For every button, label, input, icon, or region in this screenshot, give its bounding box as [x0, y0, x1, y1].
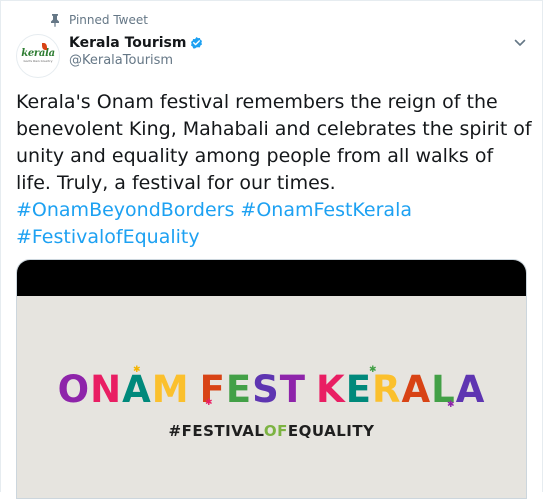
media-title-letter: A: [401, 368, 432, 411]
media-title-letter: [190, 369, 200, 411]
hashtag-link[interactable]: #FestivalofEquality: [16, 226, 200, 248]
hashtag-link[interactable]: #OnamBeyondBorders: [16, 199, 234, 221]
tweet-body-text: Kerala's Onam festival remembers the rei…: [16, 91, 532, 194]
media-title-letter: S: [252, 368, 280, 411]
media-title-letter: F: [199, 368, 226, 411]
pinned-label: Pinned Tweet: [69, 13, 148, 27]
media-title-letter: O: [57, 368, 91, 411]
media-subtitle-highlight: OF: [263, 422, 288, 440]
media-subtitle: #FESTIVALOFEQUALITY: [17, 422, 526, 440]
sparkle-icon: ✱: [447, 400, 455, 410]
media-image[interactable]: ONAM FEST KERALA #FESTIVALOFEQUALITY ✱ ✱…: [17, 296, 526, 498]
pin-icon: [51, 14, 59, 27]
media-title-letter: K: [316, 368, 346, 411]
author-handle[interactable]: @KeralaTourism: [69, 53, 173, 68]
media-title-letter: R: [371, 368, 402, 411]
media-subtitle-part: #FESTIVAL: [168, 422, 264, 440]
tweet-media[interactable]: ONAM FEST KERALA #FESTIVALOFEQUALITY ✱ ✱…: [16, 259, 527, 499]
avatar[interactable]: kerala God's Own Country: [16, 34, 60, 78]
avatar-leaf-mark: [42, 43, 47, 50]
verified-badge-icon: [191, 36, 203, 48]
media-title-letter: M: [151, 368, 190, 411]
tweet-card[interactable]: Pinned Tweet kerala God's Own Country Ke…: [0, 0, 543, 499]
media-title-letter: A: [455, 368, 486, 411]
media-title-letter: E: [345, 368, 372, 411]
sparkle-icon: ✱: [369, 365, 377, 375]
sparkle-icon: ✱: [133, 365, 141, 375]
media-top-bar: [17, 260, 526, 296]
avatar-logo-tagline: God's Own Country: [23, 59, 53, 63]
pinned-indicator: Pinned Tweet: [48, 12, 148, 28]
sparkle-icon: ✱: [205, 398, 213, 408]
media-title-letter: T: [279, 368, 307, 411]
media-subtitle-part: EQUALITY: [287, 422, 375, 440]
media-title-letter: A: [122, 368, 152, 411]
author-display-name[interactable]: Kerala Tourism: [69, 35, 186, 51]
media-title-letter: E: [225, 368, 253, 411]
chevron-down-icon[interactable]: [513, 36, 527, 50]
tweet-text: Kerala's Onam festival remembers the rei…: [16, 89, 534, 251]
media-title-letter: [306, 369, 316, 411]
author-name-row[interactable]: Kerala Tourism: [69, 35, 204, 51]
avatar-logo-word: kerala: [21, 48, 55, 59]
media-title-letter: N: [90, 368, 123, 411]
hashtag-link[interactable]: #OnamFestKerala: [240, 199, 412, 221]
